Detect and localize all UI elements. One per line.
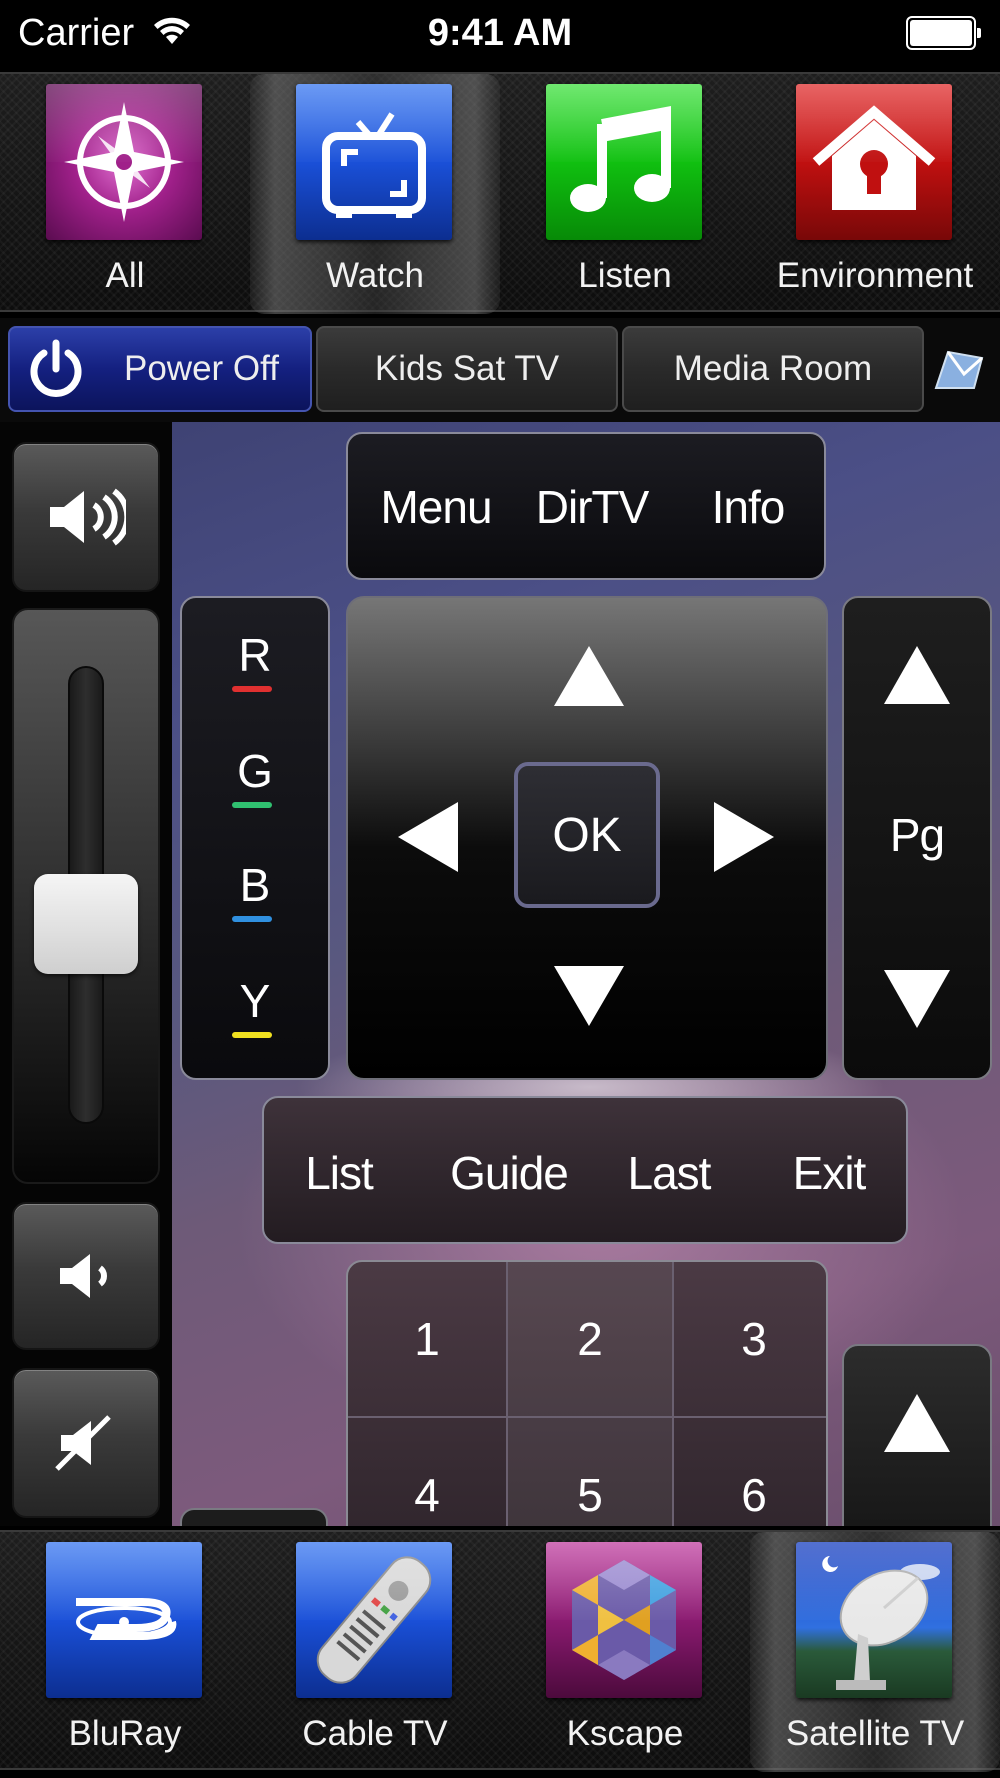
bluray-icon — [46, 1542, 202, 1698]
source-label: BluRay — [68, 1714, 182, 1753]
volume-up-button[interactable] — [12, 442, 160, 592]
red-button[interactable]: R — [182, 628, 328, 692]
activity-label: Watch — [326, 256, 424, 295]
green-indicator — [232, 802, 272, 808]
power-icon — [30, 339, 82, 397]
yellow-button[interactable]: Y — [182, 974, 328, 1038]
flag-icon[interactable] — [930, 344, 988, 394]
channel-panel — [842, 1344, 992, 1526]
guide-button[interactable]: Guide — [424, 1146, 594, 1200]
compass-icon — [46, 84, 202, 240]
yellow-indicator — [232, 1032, 272, 1038]
source-satellite-tv[interactable]: Satellite TV — [750, 1532, 1000, 1772]
speaker-loud-icon — [50, 488, 126, 546]
power-off-label: Power Off — [124, 349, 279, 388]
source-label: Cable TV — [302, 1714, 448, 1753]
source-cable-tv[interactable]: Cable TV — [250, 1532, 500, 1772]
num-4-button[interactable]: 4 — [348, 1418, 508, 1526]
status-bar: Carrier 9:41 AM — [0, 0, 1000, 66]
menu-panel: Menu DirTV Info — [346, 432, 826, 580]
volume-slider-thumb[interactable] — [34, 873, 138, 974]
mute-icon — [55, 1415, 111, 1471]
menu-button[interactable]: Menu — [356, 480, 516, 534]
activity-label: All — [105, 256, 145, 295]
volume-down-button[interactable] — [12, 1202, 160, 1350]
room-kids-sat-tv-button[interactable]: Kids Sat TV — [316, 326, 618, 412]
source-label: Kscape — [566, 1714, 684, 1753]
kscape-logo-icon — [546, 1542, 702, 1698]
volume-column — [0, 422, 172, 1526]
activity-label: Listen — [578, 256, 672, 295]
num-1-button[interactable]: 1 — [348, 1262, 508, 1418]
channel-up-button[interactable] — [884, 1394, 950, 1452]
remote-control-icon — [296, 1542, 452, 1698]
activity-label: Environment — [776, 256, 974, 295]
power-off-button[interactable]: Power Off — [8, 326, 312, 412]
info-button[interactable]: Info — [668, 480, 828, 534]
device-row: Power Off Kids Sat TV Media Room — [0, 318, 1000, 422]
up-arrow-button[interactable] — [554, 646, 624, 706]
music-note-icon — [546, 84, 702, 240]
page-label: Pg — [889, 809, 945, 861]
left-arrow-button[interactable] — [398, 802, 458, 872]
activity-watch[interactable]: Watch — [250, 74, 500, 314]
room-label: Kids Sat TV — [374, 349, 560, 388]
room-label: Media Room — [673, 349, 873, 388]
num-2-button[interactable]: 2 — [508, 1262, 674, 1418]
page-up-button[interactable] — [884, 646, 950, 704]
source-bar: BluRay Cable TV Kscape Satellite TV — [0, 1530, 1000, 1772]
num-6-button[interactable]: 6 — [674, 1418, 826, 1526]
color-buttons-panel: R G B Y — [180, 596, 330, 1080]
blue-button[interactable]: B — [182, 858, 328, 922]
page-down-button[interactable] — [884, 970, 950, 1028]
source-bluray[interactable]: BluRay — [0, 1532, 250, 1772]
right-arrow-button[interactable] — [714, 802, 774, 872]
exit-button[interactable]: Exit — [754, 1146, 904, 1200]
num-3-button[interactable]: 3 — [674, 1262, 826, 1418]
activity-all[interactable]: All — [0, 74, 250, 314]
green-button[interactable]: G — [182, 744, 328, 808]
source-kscape[interactable]: Kscape — [500, 1532, 750, 1772]
guide-panel: List Guide Last Exit — [262, 1096, 908, 1244]
tv-icon — [296, 84, 452, 240]
speaker-quiet-icon — [60, 1254, 107, 1298]
num-5-button[interactable]: 5 — [508, 1418, 674, 1526]
mute-button[interactable] — [12, 1368, 160, 1518]
ok-button[interactable]: OK — [514, 762, 660, 908]
house-bulb-icon — [796, 84, 952, 240]
activity-listen[interactable]: Listen — [500, 74, 750, 314]
page-panel: Pg — [842, 596, 992, 1080]
red-indicator — [232, 686, 272, 692]
color-button-label: G — [237, 745, 273, 797]
source-label: Satellite TV — [785, 1714, 965, 1753]
remote-panel: Menu DirTV Info R G B Y OK Pg List Guide… — [0, 422, 1000, 1526]
last-button[interactable]: Last — [594, 1146, 744, 1200]
clock: 9:41 AM — [427, 12, 573, 54]
dirtv-button[interactable]: DirTV — [512, 480, 672, 534]
activity-environment[interactable]: Environment — [750, 74, 1000, 314]
down-arrow-button[interactable] — [554, 966, 624, 1026]
partial-button[interactable] — [180, 1508, 328, 1526]
numpad: 1 2 3 4 5 6 — [346, 1260, 828, 1526]
satellite-dish-icon — [796, 1542, 952, 1698]
dpad: OK — [346, 596, 828, 1080]
battery-icon — [906, 16, 981, 50]
room-media-room-button[interactable]: Media Room — [622, 326, 924, 412]
activity-bar: All Watch Listen Environment — [0, 72, 1000, 314]
list-button[interactable]: List — [264, 1146, 414, 1200]
color-button-label: Y — [239, 975, 271, 1027]
color-button-label: R — [238, 629, 272, 681]
color-button-label: B — [239, 859, 271, 911]
blue-indicator — [232, 916, 272, 922]
volume-slider[interactable] — [12, 608, 160, 1184]
